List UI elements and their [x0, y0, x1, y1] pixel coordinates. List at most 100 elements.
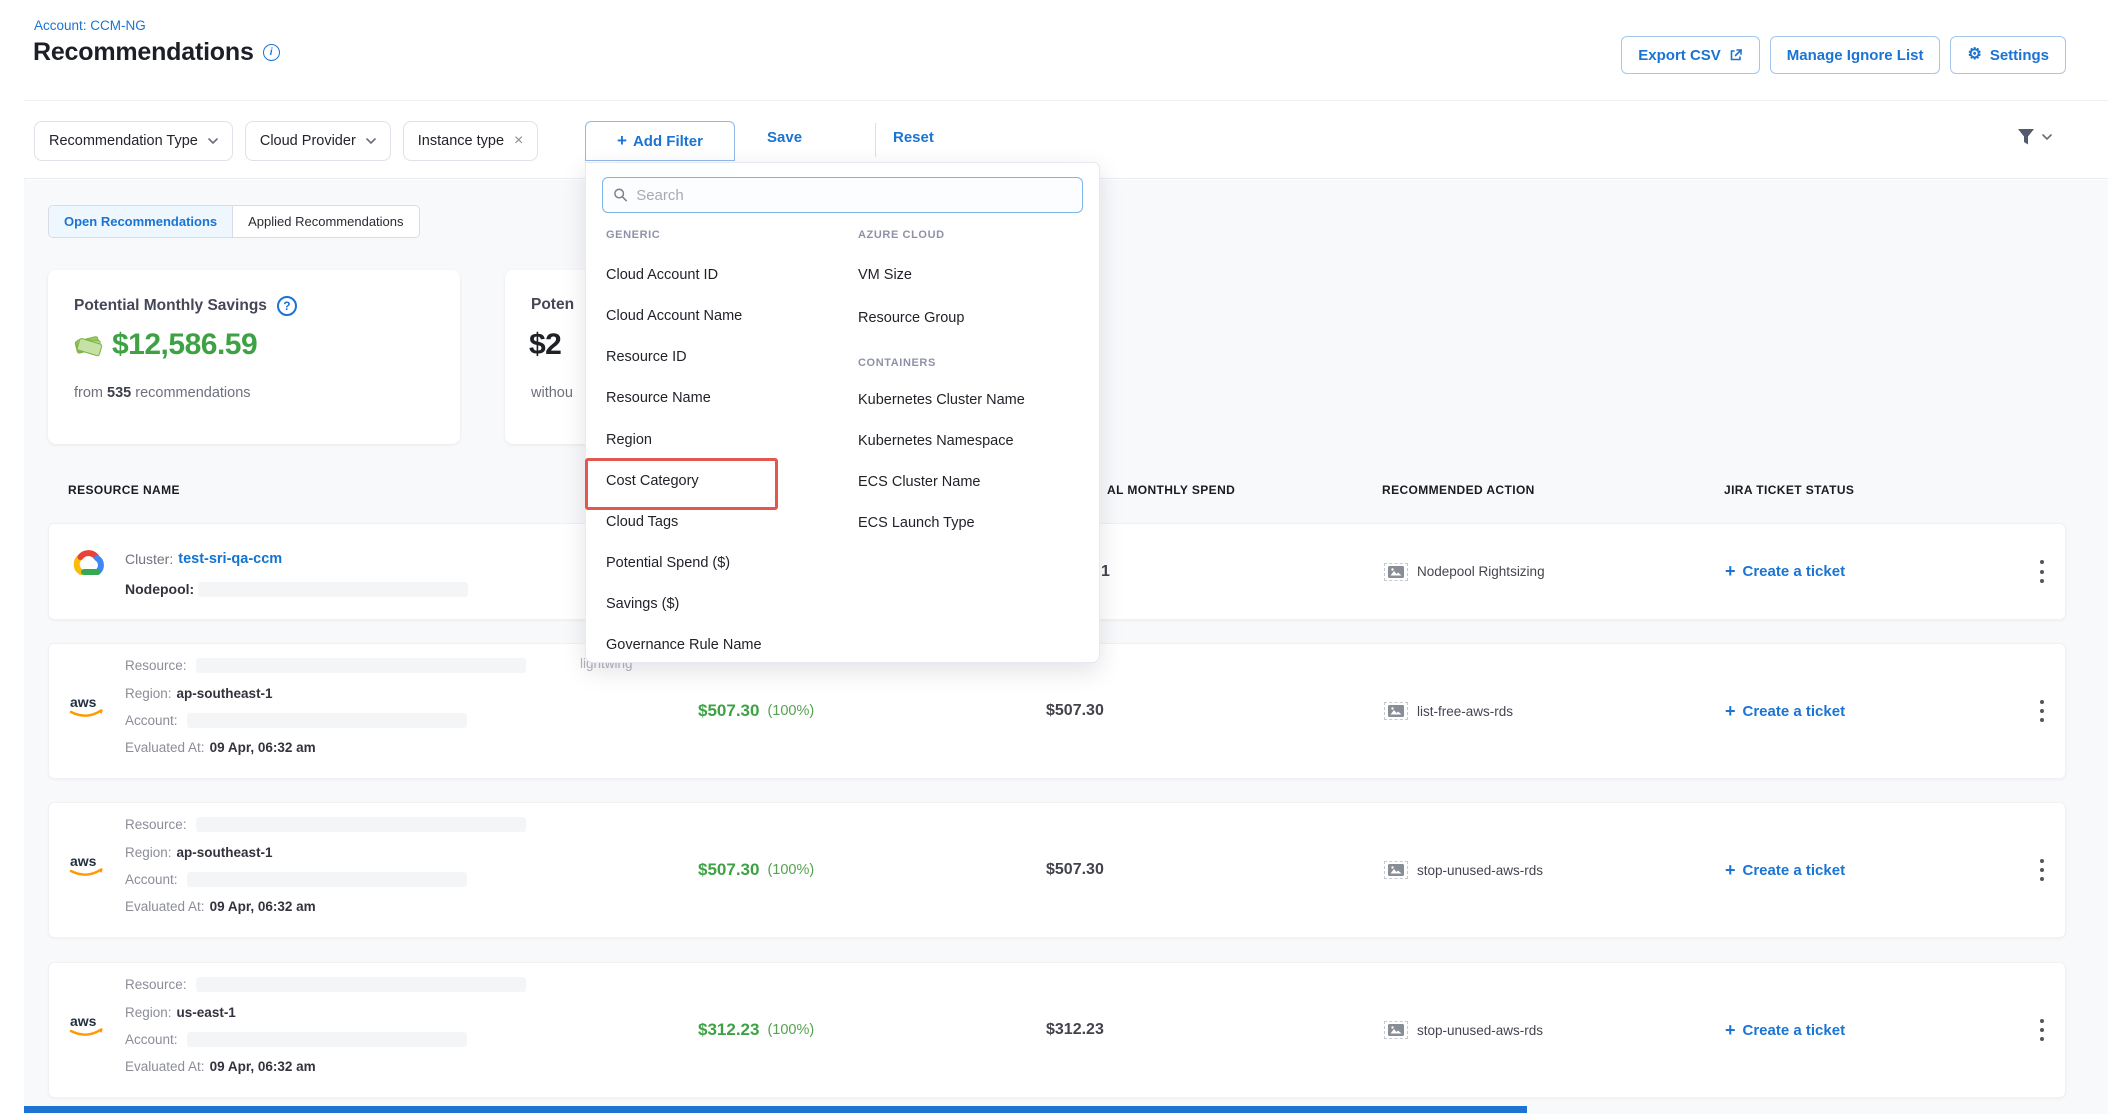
divider: [875, 123, 876, 157]
region-label: Region:: [125, 1005, 172, 1020]
subtext-suffix: recommendations: [135, 385, 250, 401]
aws-icon: aws: [67, 1011, 107, 1039]
filter-option-cost-category[interactable]: Cost Category: [606, 473, 699, 489]
redacted-value: [187, 1032, 467, 1047]
info-icon[interactable]: i: [263, 44, 280, 61]
funnel-icon: [2015, 127, 2037, 147]
remove-chip-icon[interactable]: ×: [514, 133, 523, 149]
export-csv-button[interactable]: Export CSV: [1621, 36, 1760, 74]
evaluated-at-value: 09 Apr, 06:32 am: [210, 740, 316, 755]
region-value: us-east-1: [177, 1005, 236, 1020]
row-menu-kebab-icon[interactable]: [2022, 644, 2062, 778]
monthly-savings-value: $507.30: [698, 701, 759, 721]
account-label: Account:: [125, 1032, 178, 1047]
svg-text:aws: aws: [70, 853, 97, 869]
chevron-down-icon: [366, 138, 376, 144]
row-menu-kebab-icon[interactable]: [2022, 524, 2062, 619]
manage-ignore-list-label: Manage Ignore List: [1787, 47, 1924, 64]
card-subtext-partial: withou: [531, 385, 573, 401]
filter-option-governance-rule-name[interactable]: Governance Rule Name: [606, 637, 762, 653]
settings-label: Settings: [1990, 47, 2049, 64]
help-icon[interactable]: ?: [277, 296, 297, 316]
search-input[interactable]: [636, 187, 1072, 204]
chevron-down-icon: [208, 138, 218, 144]
filter-option-potential-spend[interactable]: Potential Spend ($): [606, 555, 730, 571]
broken-image-icon: [1384, 1021, 1408, 1039]
account-label: Account:: [125, 713, 178, 728]
filter-option-resource-name[interactable]: Resource Name: [606, 390, 711, 406]
recommendations-tabs: Open Recommendations Applied Recommendat…: [48, 205, 420, 238]
tab-applied-recommendations[interactable]: Applied Recommendations: [232, 206, 418, 237]
table-row[interactable]: aws Resource: Region:ap-southeast-1 Acco…: [48, 643, 2066, 779]
create-ticket-button[interactable]: + Create a ticket: [1725, 963, 1845, 1097]
filter-option-savings[interactable]: Savings ($): [606, 596, 679, 612]
monthly-spend-value: $312.23: [1046, 1021, 1104, 1039]
redacted-value: [196, 658, 526, 673]
plus-icon: +: [1725, 561, 1736, 582]
filter-chip-recommendation-type[interactable]: Recommendation Type: [34, 121, 233, 161]
filter-option-cloud-account-id[interactable]: Cloud Account ID: [606, 267, 718, 283]
save-filter-button[interactable]: Save: [767, 129, 802, 146]
filter-option-vm-size[interactable]: VM Size: [858, 267, 912, 283]
monthly-savings-value: $312.23: [698, 1020, 759, 1040]
gear-icon: ⚙: [1967, 47, 1981, 63]
dropdown-search[interactable]: [602, 177, 1083, 213]
recommended-action-label: list-free-aws-rds: [1417, 704, 1513, 719]
row-menu-kebab-icon[interactable]: [2022, 963, 2062, 1097]
horizontal-scrollbar-thumb[interactable]: [24, 1106, 1527, 1113]
create-ticket-label: Create a ticket: [1743, 862, 1846, 879]
savings-percent: (100%): [767, 1022, 814, 1038]
filter-chip-cloud-provider[interactable]: Cloud Provider: [245, 121, 391, 161]
cluster-link[interactable]: test-sri-qa-ccm: [178, 551, 282, 567]
filter-option-kubernetes-cluster-name[interactable]: Kubernetes Cluster Name: [858, 392, 1025, 408]
chevron-down-icon: [2042, 134, 2052, 140]
add-filter-button[interactable]: + Add Filter: [585, 121, 735, 161]
table-row[interactable]: aws Resource: Region:ap-southeast-1 Acco…: [48, 802, 2066, 938]
filter-option-resource-id[interactable]: Resource ID: [606, 349, 687, 365]
column-header-jira-ticket-status: JIRA TICKET STATUS: [1724, 483, 1854, 497]
card-amount-partial: $2: [529, 328, 561, 362]
filter-option-cloud-account-name[interactable]: Cloud Account Name: [606, 308, 742, 324]
broken-image-icon: [1384, 563, 1408, 581]
section-heading-azure-cloud: AZURE CLOUD: [858, 229, 945, 241]
filter-option-ecs-cluster-name[interactable]: ECS Cluster Name: [858, 474, 980, 490]
row-menu-kebab-icon[interactable]: [2022, 803, 2062, 937]
tab-open-recommendations[interactable]: Open Recommendations: [49, 206, 232, 237]
filter-panel-toggle[interactable]: [2015, 127, 2052, 147]
cluster-label: Cluster:: [125, 551, 173, 567]
evaluated-at-value: 09 Apr, 06:32 am: [210, 899, 316, 914]
filter-option-cloud-tags[interactable]: Cloud Tags: [606, 514, 678, 530]
create-ticket-button[interactable]: + Create a ticket: [1725, 644, 1845, 778]
aws-icon: aws: [67, 851, 107, 879]
page-title: Recommendations: [33, 38, 254, 67]
potential-monthly-savings-card: Potential Monthly Savings ? $12,586.59 f…: [48, 270, 460, 444]
monthly-spend-value: $507.30: [1046, 702, 1104, 720]
column-header-recommended-action: RECOMMENDED ACTION: [1382, 483, 1535, 497]
filter-option-resource-group[interactable]: Resource Group: [858, 310, 964, 326]
filter-option-ecs-launch-type[interactable]: ECS Launch Type: [858, 515, 975, 531]
filter-option-region[interactable]: Region: [606, 432, 652, 448]
create-ticket-button[interactable]: + Create a ticket: [1725, 524, 1845, 619]
create-ticket-button[interactable]: + Create a ticket: [1725, 803, 1845, 937]
filter-chip-instance-type[interactable]: Instance type ×: [403, 121, 539, 161]
plus-icon: +: [617, 131, 627, 151]
breadcrumb[interactable]: Account: CCM-NG: [34, 18, 146, 33]
savings-percent: (100%): [767, 703, 814, 719]
create-ticket-label: Create a ticket: [1743, 1022, 1846, 1039]
monthly-savings-value: $507.30: [698, 860, 759, 880]
card-title: Potential Monthly Savings: [74, 297, 267, 315]
svg-text:aws: aws: [70, 1013, 97, 1029]
column-header-monthly-spend-partial: AL MONTHLY SPEND: [1107, 483, 1235, 497]
manage-ignore-list-button[interactable]: Manage Ignore List: [1770, 36, 1941, 74]
table-row[interactable]: aws Resource: Region:us-east-1 Account: …: [48, 962, 2066, 1098]
chip-label: Cloud Provider: [260, 133, 356, 149]
card-title-partial: Poten: [531, 296, 574, 314]
savings-subtext: from 535 recommendations: [74, 385, 251, 401]
reset-filter-button[interactable]: Reset: [893, 129, 934, 146]
section-heading-containers: CONTAINERS: [858, 357, 936, 369]
settings-button[interactable]: ⚙ Settings: [1950, 36, 2066, 74]
recommended-action-label: stop-unused-aws-rds: [1417, 1023, 1543, 1038]
filter-option-kubernetes-namespace[interactable]: Kubernetes Namespace: [858, 433, 1014, 449]
redacted-value: [187, 872, 467, 887]
recommendation-count: 535: [107, 385, 131, 401]
